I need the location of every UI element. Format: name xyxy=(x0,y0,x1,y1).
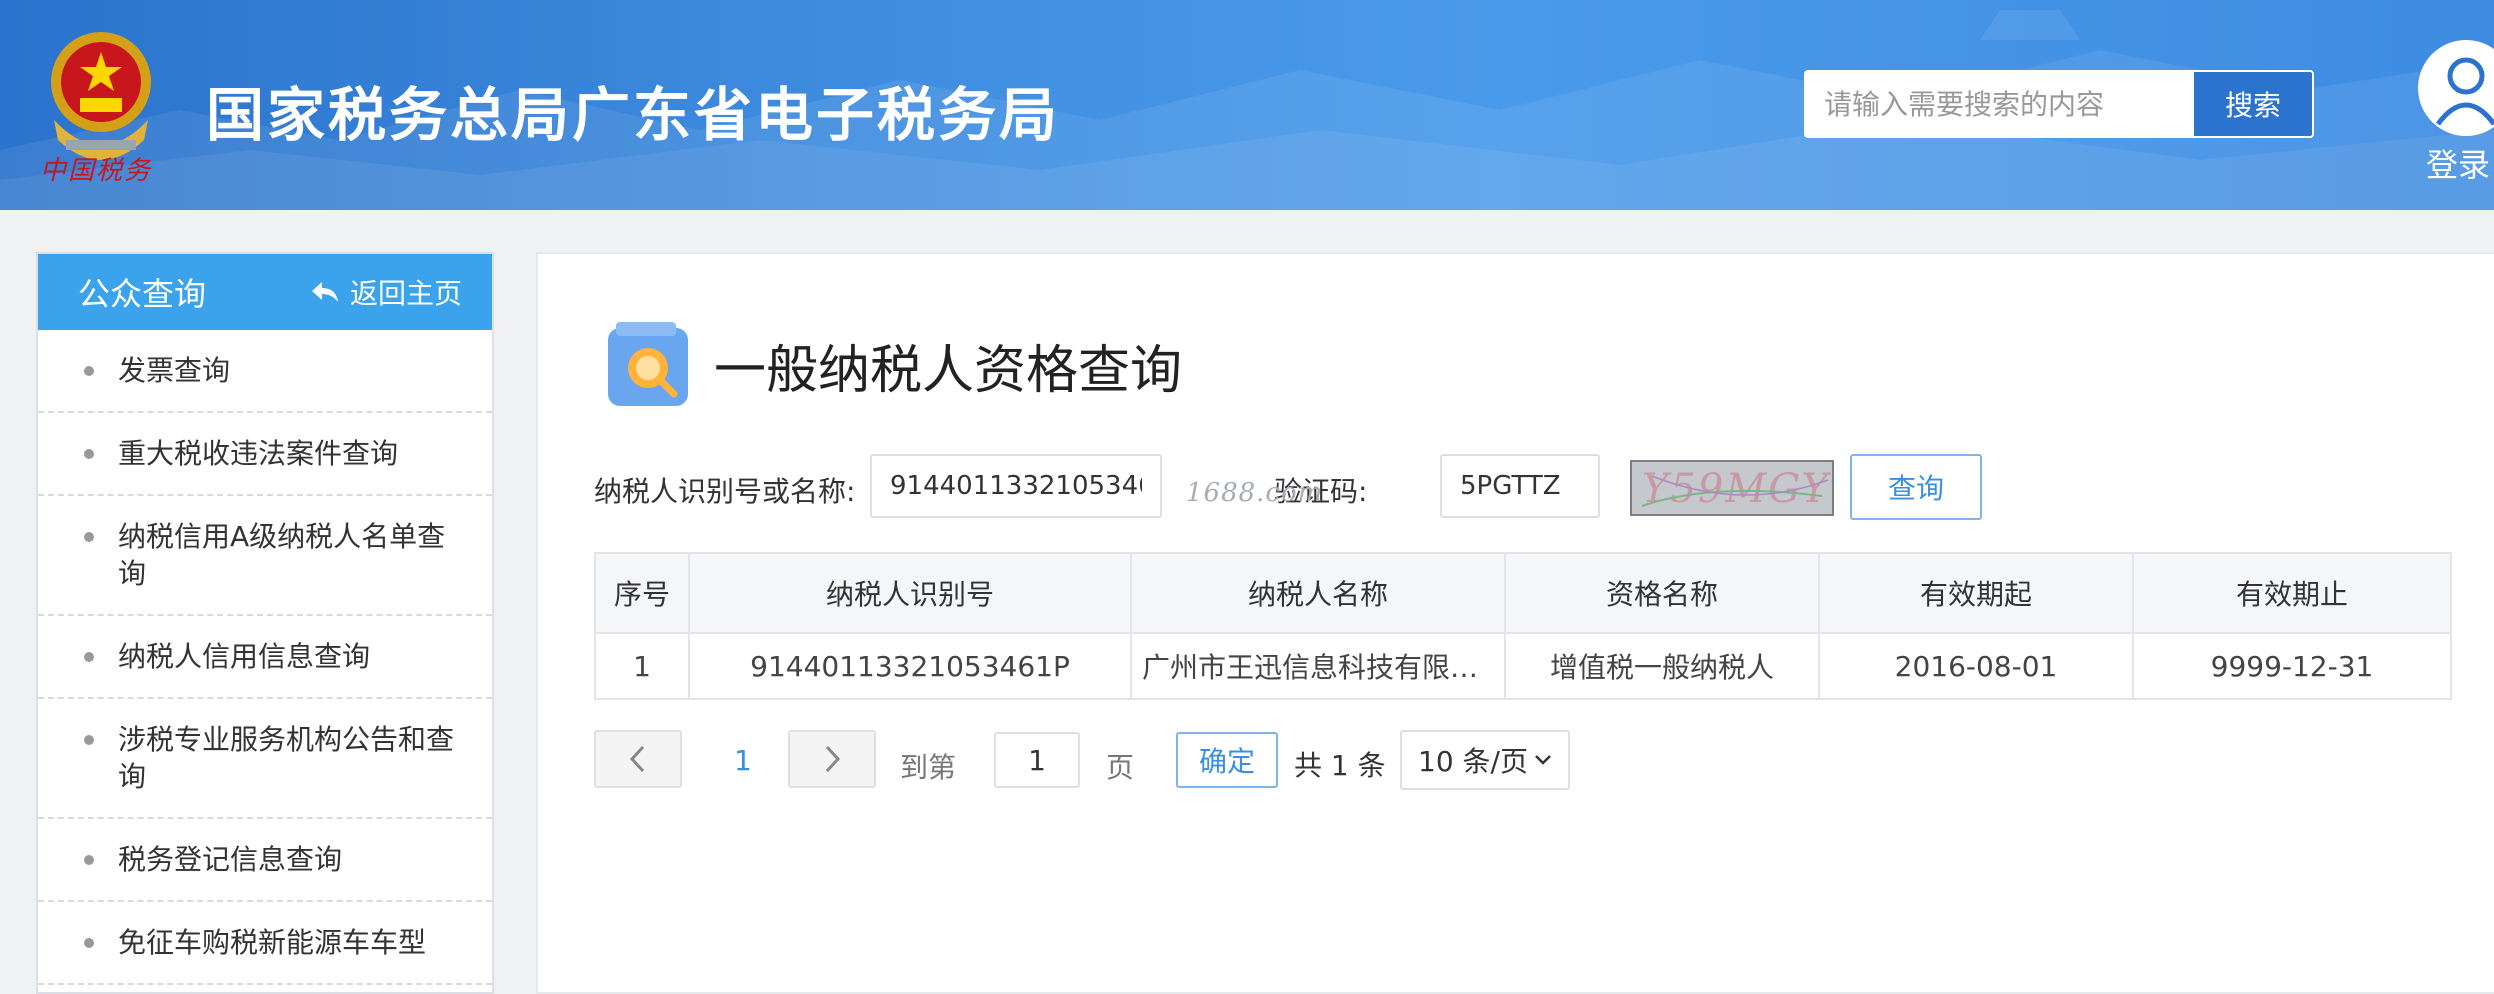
watermark-text: 1688.com xyxy=(1186,478,1324,508)
table-header-row: 序号 纳税人识别号 纳税人名称 资格名称 有效期起 有效期止 xyxy=(594,552,2452,634)
sidebar-title: 公众查询 xyxy=(78,275,207,313)
sidebar-item-registration-query[interactable]: 税务登记信息查询 xyxy=(38,819,492,902)
col-header-index: 序号 xyxy=(594,552,690,634)
table-row: 1 91440113321053461P 广州市王迅信息科技有限公司 增值税一般… xyxy=(594,632,2452,700)
back-home-label: 返回主页 xyxy=(349,277,462,310)
next-page-button[interactable] xyxy=(788,730,876,788)
sidebar-item-invoice-query[interactable]: 发票查询 xyxy=(38,330,492,413)
sidebar-item-major-violation-query[interactable]: 重大税收违法案件查询 xyxy=(38,413,492,496)
cell-taxpayer-id: 91440113321053461P xyxy=(688,632,1132,700)
captcha-input[interactable] xyxy=(1440,454,1600,518)
cell-valid-from: 2016-08-01 xyxy=(1818,632,2134,700)
taxpayer-id-input[interactable] xyxy=(870,454,1162,518)
search-button[interactable]: 搜索 xyxy=(2194,72,2312,136)
chevron-right-icon xyxy=(825,745,841,773)
site-header: 中国税务 国家税务总局广东省电子税务局 搜索 登录 xyxy=(0,0,2494,210)
header-search: 搜索 xyxy=(1804,70,2314,138)
col-header-taxpayer-id: 纳税人识别号 xyxy=(688,552,1132,634)
goto-page-input[interactable] xyxy=(994,732,1080,788)
col-header-qualification: 资格名称 xyxy=(1504,552,1820,634)
return-arrow-icon xyxy=(311,282,338,302)
back-home-link[interactable]: 返回主页 xyxy=(310,272,462,312)
captcha-noise-lines xyxy=(1641,475,1829,507)
col-header-valid-to: 有效期止 xyxy=(2132,552,2452,634)
emblem-caption: 中国税务 xyxy=(40,156,153,186)
col-header-valid-from: 有效期起 xyxy=(1818,552,2134,634)
page-unit-label: 页 xyxy=(1106,751,1135,784)
col-header-taxpayer-name: 纳税人名称 xyxy=(1130,552,1506,634)
result-table: 序号 纳税人识别号 纳税人名称 资格名称 有效期起 有效期止 1 9144011… xyxy=(594,552,2452,700)
main-panel: 一般纳税人资格查询 纳税人识别号或名称: 验证码: Y59MGY 查询 序号 纳… xyxy=(536,252,2494,994)
goto-confirm-button[interactable]: 确定 xyxy=(1176,732,1278,788)
sidebar-item-a-level-credit-list[interactable]: 纳税信用A级纳税人名单查询 xyxy=(38,496,492,616)
query-button[interactable]: 查询 xyxy=(1850,454,1982,520)
chevron-left-icon xyxy=(629,745,645,773)
sidebar: 公众查询 返回主页 发票查询 重大税收违法案件查询 纳税信用A级纳税人名单查询 … xyxy=(36,252,494,994)
prev-page-button[interactable] xyxy=(594,730,682,788)
cell-qualification: 增值税一般纳税人 xyxy=(1504,632,1820,700)
cell-taxpayer-name: 广州市王迅信息科技有限公司 xyxy=(1130,632,1506,700)
page-title: 一般纳税人资格查询 xyxy=(714,341,1183,401)
sidebar-item-tax-service-agency[interactable]: 涉税专业服务机构公告和查询 xyxy=(38,699,492,819)
page-size-value: 10 条/页 xyxy=(1418,745,1528,778)
cell-valid-to: 9999-12-31 xyxy=(2132,632,2452,700)
sidebar-item-credit-info-query[interactable]: 纳税人信用信息查询 xyxy=(38,616,492,699)
page-number-current[interactable]: 1 xyxy=(734,744,752,777)
taxpayer-label: 纳税人识别号或名称: xyxy=(594,475,856,508)
search-input[interactable] xyxy=(1806,72,2194,136)
page-size-select[interactable]: 10 条/页 xyxy=(1400,730,1570,790)
captcha-image[interactable]: Y59MGY xyxy=(1630,460,1834,516)
search-document-icon xyxy=(608,322,688,406)
goto-label: 到第 xyxy=(900,751,957,784)
login-link[interactable]: 登录 xyxy=(2426,140,2490,186)
chevron-down-icon xyxy=(1535,755,1551,765)
site-title: 国家税务总局广东省电子税务局 xyxy=(206,81,1061,149)
pagination: 1 到第 页 确定 共 1 条 10 条/页 xyxy=(594,730,1594,790)
sidebar-header: 公众查询 返回主页 xyxy=(38,254,492,330)
sidebar-menu: 发票查询 重大税收违法案件查询 纳税信用A级纳税人名单查询 纳税人信用信息查询 … xyxy=(38,330,492,985)
cell-index: 1 xyxy=(594,632,690,700)
total-count: 共 1 条 xyxy=(1294,749,1386,782)
sidebar-item-new-energy-vehicle[interactable]: 免征车购税新能源车车型 xyxy=(38,902,492,985)
